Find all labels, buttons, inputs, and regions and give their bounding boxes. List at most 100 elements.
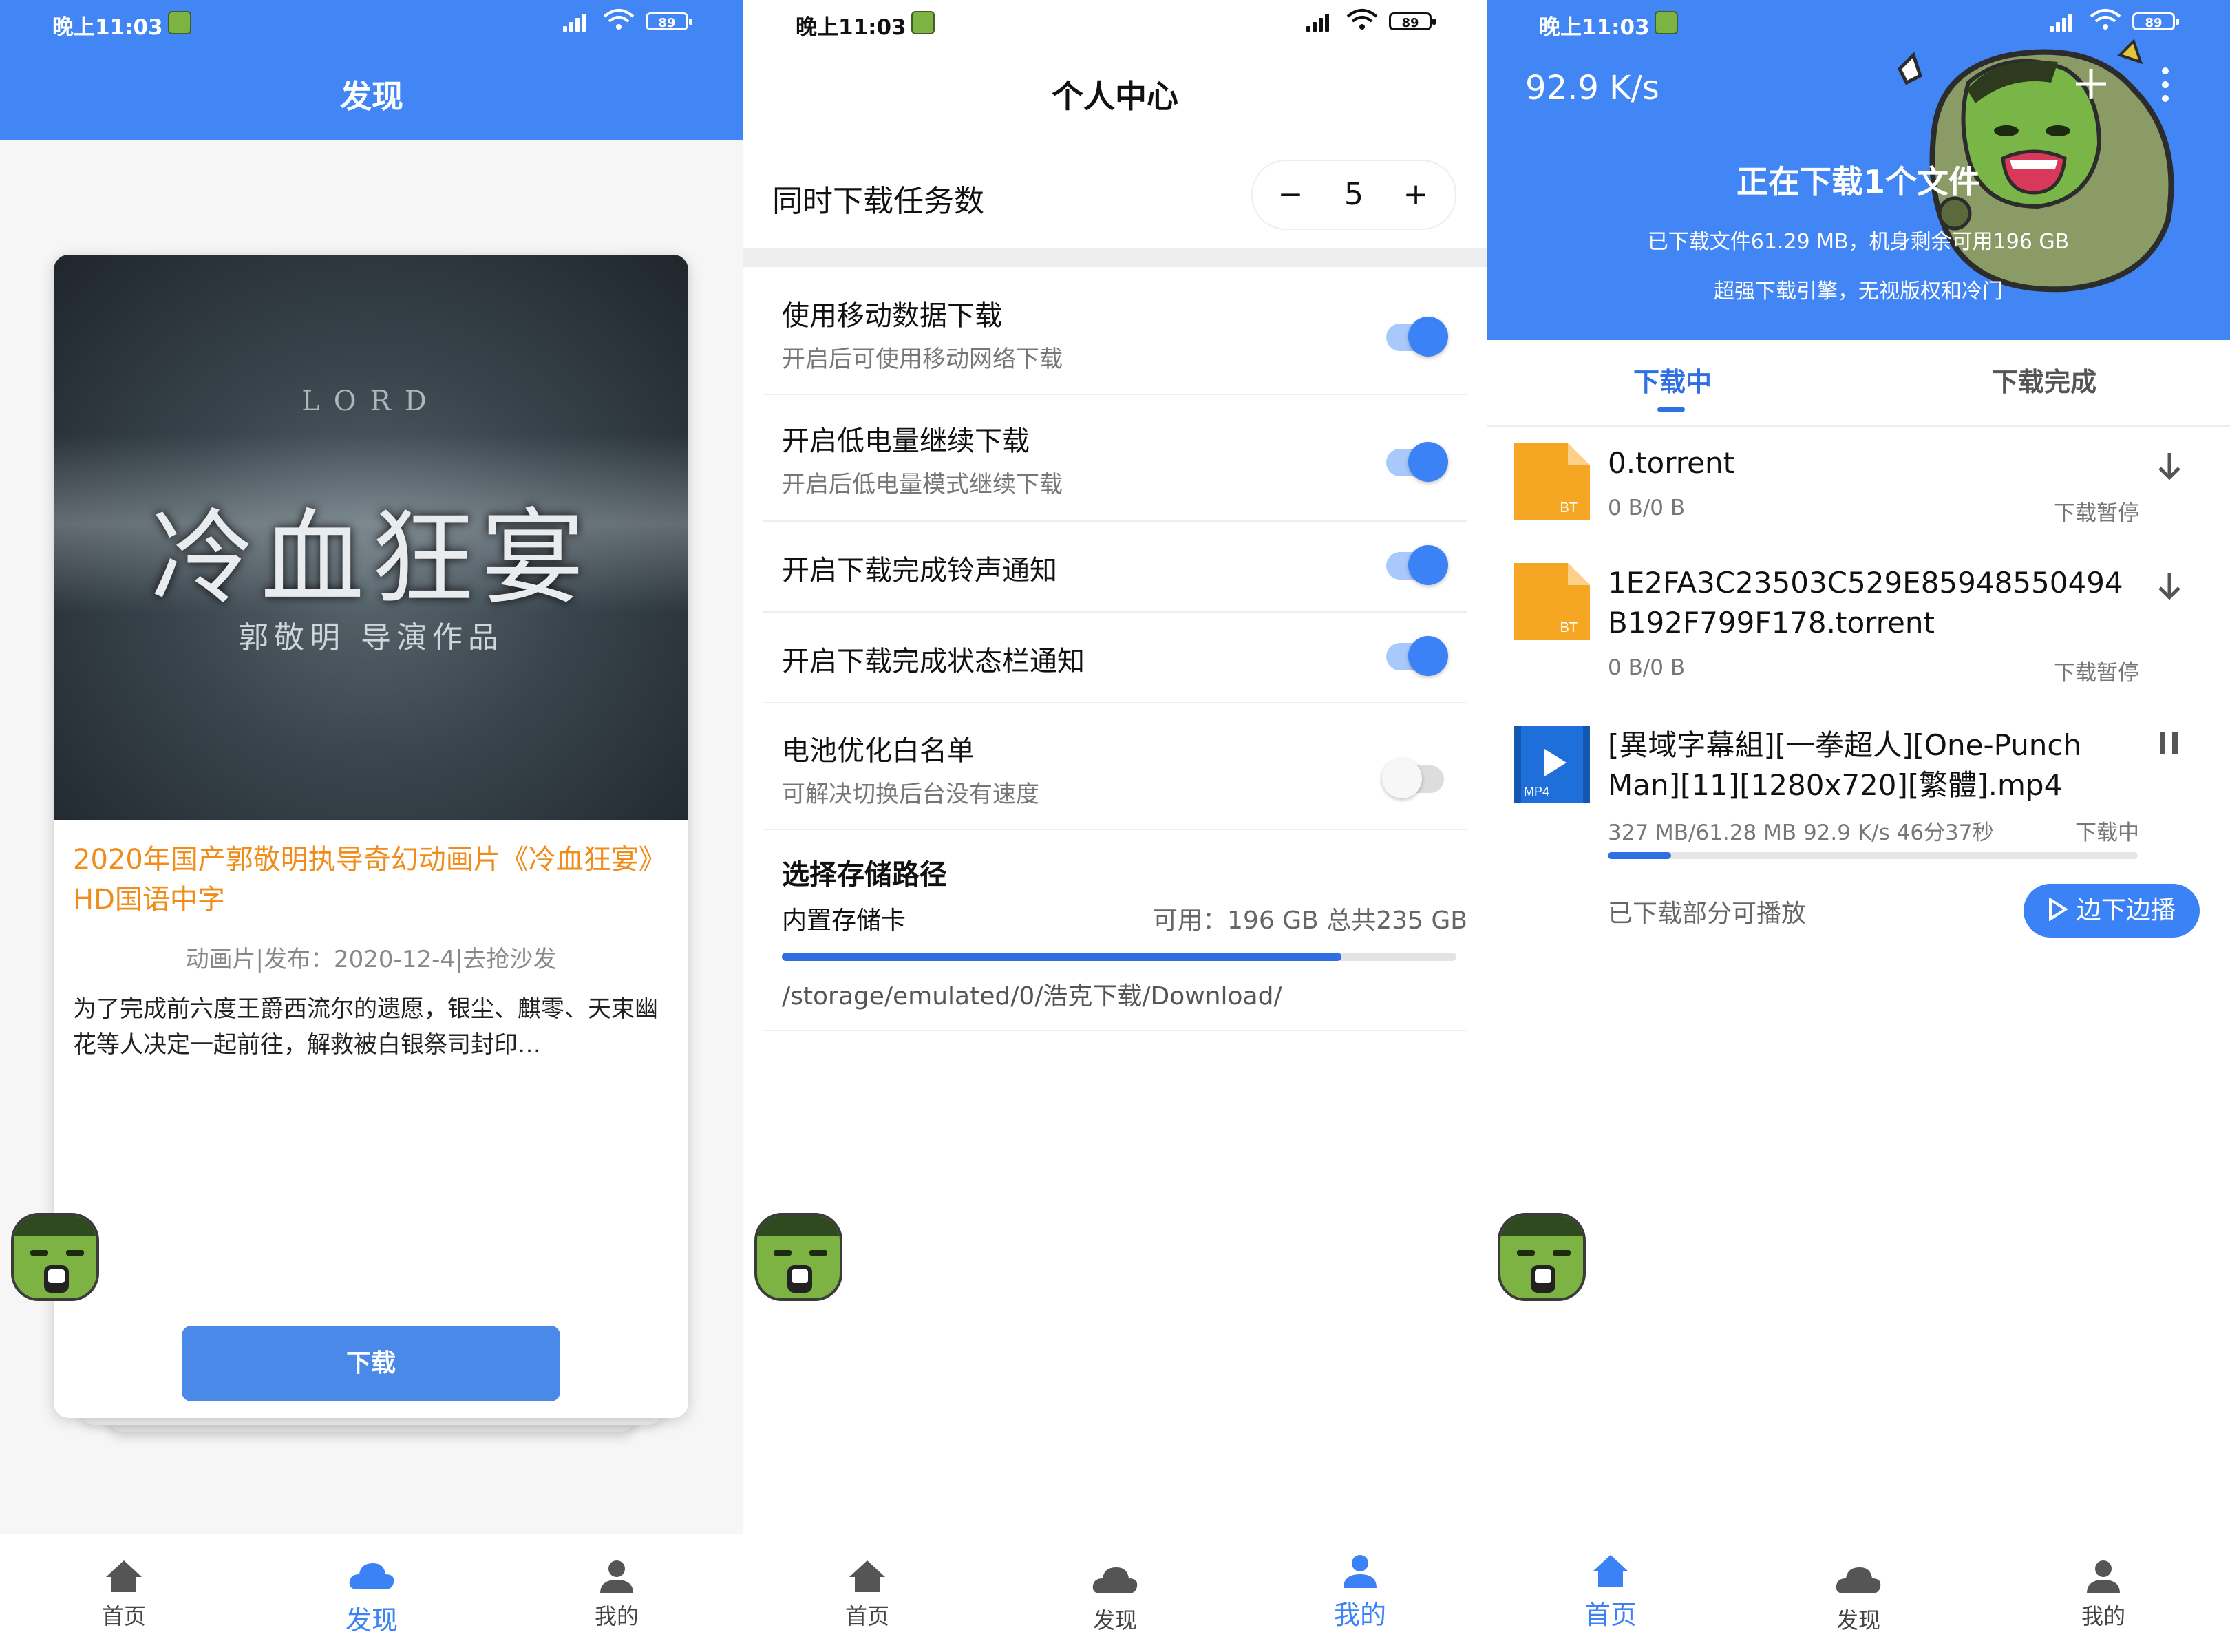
nav-discover[interactable]: 发现 xyxy=(1790,1562,1927,1635)
signal-icon xyxy=(563,11,593,32)
nav-mine[interactable]: 我的 xyxy=(2035,1558,2172,1631)
download-arrow-icon[interactable] xyxy=(2154,450,2185,483)
setting-low-battery[interactable]: 开启低电量继续下载 开启后低电量模式继续下载 xyxy=(763,394,1467,522)
battery-icon: 89 xyxy=(646,12,692,30)
setting-ring-notify[interactable]: 开启下载完成铃声通知 xyxy=(763,520,1467,613)
bt-file-icon: BT xyxy=(1514,443,1590,520)
file-size: 0 B/0 B xyxy=(1608,655,1686,680)
app-notification-icon xyxy=(1655,11,1678,34)
svg-text:BT: BT xyxy=(1560,620,1578,635)
movie-card[interactable]: LORD 冷血狂宴 郭敬明 导演作品 2020年国产郭敬明执导奇幻动画片《冷血狂… xyxy=(54,255,688,1418)
home-icon xyxy=(849,1560,885,1592)
movie-poster[interactable]: LORD 冷血狂宴 郭敬明 导演作品 xyxy=(54,255,688,820)
engine-slogan: 超强下载引擎，无视版权和冷门 xyxy=(1714,279,2003,304)
app-notification-icon xyxy=(168,11,191,34)
storage-path: /storage/emulated/0/浩克下载/Download/ xyxy=(782,982,1282,1010)
file-name: 1E2FA3C23503C529E85948550494B192F799F178… xyxy=(1608,566,2123,639)
home-icon xyxy=(1593,1555,1628,1587)
status-bar: 晚上11:03 89 xyxy=(743,0,1487,45)
setting-battery-whitelist[interactable]: 电池优化白名单 可解决切换后台没有速度 xyxy=(763,702,1467,830)
concurrent-stepper: − 5 + xyxy=(1251,160,1456,230)
nav-discover-label: 发现 xyxy=(1836,1607,1880,1633)
more-menu-icon[interactable] xyxy=(2160,67,2171,109)
poster-title: 冷血狂宴 xyxy=(150,499,591,619)
file-status: 下载中 xyxy=(2075,820,2139,845)
battery-icon: 89 xyxy=(1389,12,1436,30)
stream-play-button[interactable]: 边下边播 xyxy=(2024,884,2200,938)
download-speed: 92.9 K/s xyxy=(1525,69,1659,107)
file-name: [異域字幕組][一拳超人][One-Punch Man][11][1280x72… xyxy=(1608,728,2082,802)
low-battery-toggle[interactable] xyxy=(1386,442,1448,482)
download-arrow-icon[interactable] xyxy=(2154,570,2185,603)
decrement-button[interactable]: − xyxy=(1266,161,1315,229)
nav-mine[interactable]: 我的 xyxy=(1291,1552,1429,1631)
nav-home[interactable]: 首页 xyxy=(798,1558,936,1631)
file-size: 327 MB/61.28 MB 92.9 K/s 46分37秒 xyxy=(1608,820,1994,845)
svg-text:BT: BT xyxy=(1560,500,1578,516)
setting-sub: 开启后低电量模式继续下载 xyxy=(782,471,1063,498)
bottom-nav: 首页 发现 我的 xyxy=(743,1534,1487,1652)
floating-hulk-button[interactable] xyxy=(1498,1213,1586,1301)
battery-whitelist-toggle[interactable] xyxy=(1382,759,1444,798)
downloads-screen: 晚上11:03 89 92.9 K/s 正在下载1个文件 已下载文件61.29 … xyxy=(1487,0,2230,1652)
pause-icon[interactable] xyxy=(2158,730,2179,757)
nav-mine-label: 我的 xyxy=(2081,1603,2125,1629)
wifi-icon xyxy=(1346,9,1378,30)
setting-label: 开启低电量继续下载 xyxy=(782,425,1030,457)
bt-file-icon: BT xyxy=(1514,563,1590,640)
signal-icon xyxy=(1306,11,1337,32)
nav-mine[interactable]: 我的 xyxy=(548,1558,686,1631)
setting-sub: 开启后可使用移动网络下载 xyxy=(782,346,1063,373)
setting-mobile-data[interactable]: 使用移动数据下载 开启后可使用移动网络下载 xyxy=(763,267,1467,395)
tab-downloading[interactable]: 下载中 xyxy=(1487,361,1858,399)
nav-discover[interactable]: 发现 xyxy=(1046,1562,1184,1635)
tab-completed[interactable]: 下载完成 xyxy=(1858,361,2230,399)
user-icon xyxy=(2087,1560,2120,1593)
status-time: 晚上11:03 xyxy=(796,15,906,40)
downloading-heading: 正在下载1个文件 xyxy=(1736,163,1980,200)
cloud-icon xyxy=(1836,1567,1881,1593)
bottom-nav: 首页 发现 我的 xyxy=(1487,1534,2230,1652)
stream-play-label: 边下边播 xyxy=(2076,896,2176,924)
increment-button[interactable]: + xyxy=(1392,161,1440,229)
ring-notify-toggle[interactable] xyxy=(1386,545,1448,585)
storage-path-section[interactable]: 选择存储路径 内置存储卡 可用：196 GB 总共235 GB /storage… xyxy=(763,829,1467,1031)
page-title: 个人中心 xyxy=(1052,78,1178,115)
partial-playable-hint: 已下载部分可播放 xyxy=(1608,900,1807,928)
nav-discover[interactable]: 发现 xyxy=(303,1558,440,1637)
nav-discover-label: 发现 xyxy=(345,1605,398,1635)
download-storage-info: 已下载文件61.29 MB，机身剩余可用196 GB xyxy=(1647,230,2070,254)
floating-hulk-button[interactable] xyxy=(754,1213,842,1301)
download-button[interactable]: 下载 xyxy=(182,1326,560,1401)
setting-statusbar-notify[interactable]: 开启下载完成状态栏通知 xyxy=(763,611,1467,703)
bottom-nav: 首页 发现 我的 xyxy=(0,1534,743,1652)
user-icon xyxy=(1344,1555,1377,1588)
nav-home[interactable]: 首页 xyxy=(55,1558,193,1631)
nav-mine-label: 我的 xyxy=(594,1603,639,1629)
setting-label: 开启下载完成铃声通知 xyxy=(782,555,1057,586)
status-time: 晚上11:03 xyxy=(1539,15,1650,40)
download-item[interactable]: BT 1E2FA3C23503C529E85948550494B192F799F… xyxy=(1487,563,2230,687)
file-name: 0.torrent xyxy=(1608,446,1735,480)
poster-subtitle: 郭敬明 导演作品 xyxy=(238,620,504,655)
floating-hulk-button[interactable] xyxy=(11,1213,99,1301)
cloud-icon xyxy=(349,1563,394,1589)
app-notification-icon xyxy=(911,11,935,34)
download-tabs: 下载中 下载完成 xyxy=(1487,340,2230,427)
nav-home-label: 首页 xyxy=(1584,1600,1637,1630)
movie-title[interactable]: 2020年国产郭敬明执导奇幻动画片《冷血狂宴》HD国语中字 xyxy=(73,840,665,920)
download-item[interactable]: MP4 [異域字幕組][一拳超人][One-Punch Man][11][128… xyxy=(1487,726,2230,863)
add-download-button[interactable] xyxy=(2072,63,2110,114)
statusbar-notify-toggle[interactable] xyxy=(1386,636,1448,676)
storage-title: 选择存储路径 xyxy=(782,859,947,891)
setting-label: 电池优化白名单 xyxy=(782,735,975,767)
mobile-data-toggle[interactable] xyxy=(1386,317,1448,357)
download-item[interactable]: BT 0.torrent 0 B/0 B 下载暂停 xyxy=(1487,443,2230,540)
nav-home[interactable]: 首页 xyxy=(1542,1552,1679,1631)
setting-label: 使用移动数据下载 xyxy=(782,300,1002,332)
status-time: 晚上11:03 xyxy=(52,15,163,40)
movie-description: 为了完成前六度王爵西流尔的遗愿，银尘、麒零、天束幽花等人决定一起前往，解救被白银… xyxy=(73,995,658,1059)
home-icon xyxy=(106,1560,142,1592)
setting-sub: 可解决切换后台没有速度 xyxy=(782,781,1039,808)
play-icon xyxy=(2049,897,2068,922)
